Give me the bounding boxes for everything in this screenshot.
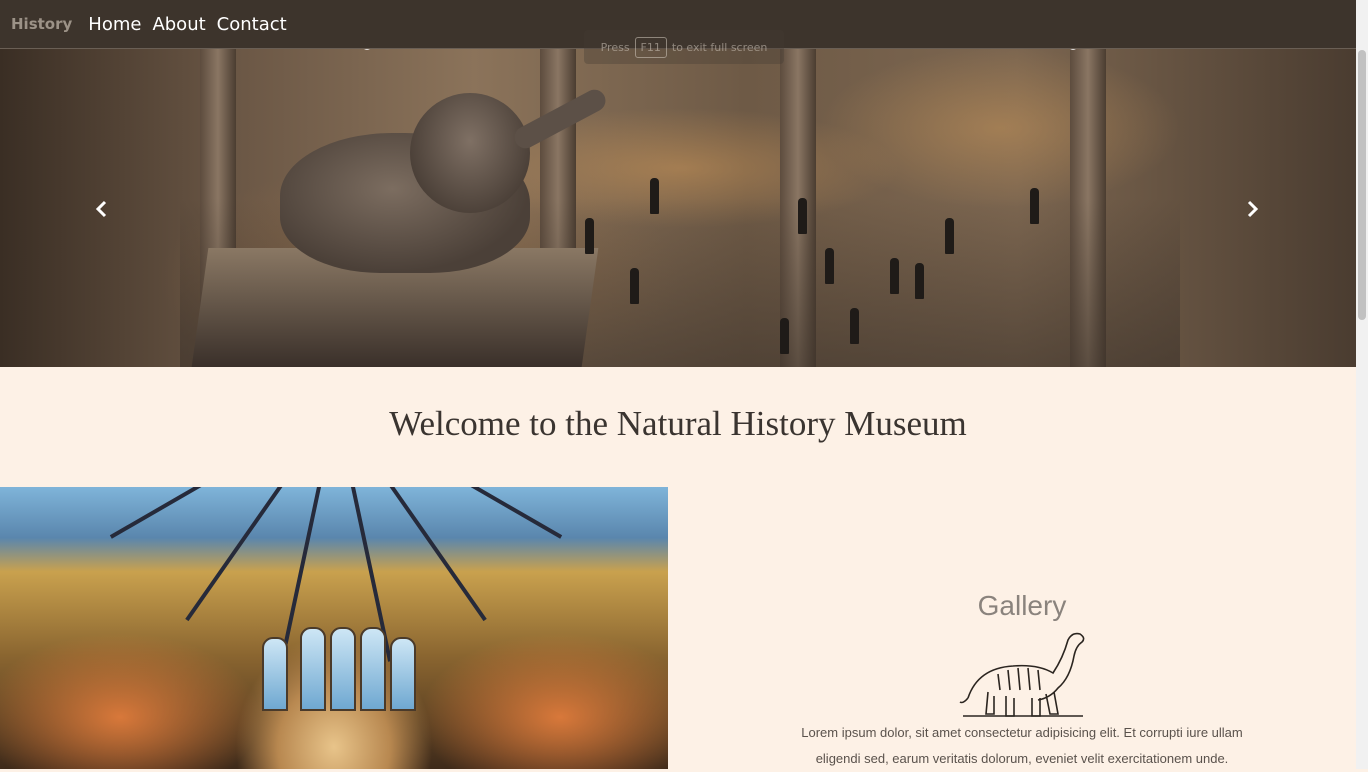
nav-link-about[interactable]: About — [152, 14, 205, 35]
fullscreen-hint-key: F11 — [634, 36, 667, 58]
visitor-figure — [1030, 188, 1039, 224]
gallery-description-line: eligendi sed, earum veritatis dolorum, e… — [815, 751, 1229, 766]
visitor-figure — [850, 308, 859, 344]
chevron-left-icon — [95, 200, 107, 218]
chevron-right-icon — [1247, 200, 1259, 218]
visitor-figure — [585, 218, 594, 254]
visitor-figure — [630, 268, 639, 304]
carousel-next-button[interactable] — [1238, 194, 1268, 224]
carousel-prev-button[interactable] — [86, 194, 116, 224]
visitor-figure — [650, 178, 659, 214]
visitor-figure — [915, 263, 924, 299]
arched-window — [390, 637, 416, 711]
arched-window — [330, 627, 356, 711]
gallery-description: Lorem ipsum dolor, sit amet consectetur … — [790, 720, 1254, 772]
visitor-figure — [825, 248, 834, 284]
dinosaur-icon — [959, 632, 1085, 717]
welcome-title: Welcome to the Natural History Museum — [389, 404, 967, 443]
scrollbar-thumb[interactable] — [1358, 50, 1366, 320]
page-scrollbar[interactable] — [1356, 0, 1368, 769]
fullscreen-hint-before: Press — [600, 40, 630, 54]
visitor-figure — [798, 198, 807, 234]
museum-interior-image — [0, 487, 668, 769]
gallery-description-line: Lorem ipsum dolor, sit amet consectetur … — [801, 725, 1243, 740]
elephant-head — [410, 93, 530, 213]
brand-link[interactable]: History — [11, 15, 72, 33]
fullscreen-hint-after: to exit full screen — [671, 40, 768, 54]
nav-link-home[interactable]: Home — [88, 14, 141, 35]
arched-window — [300, 627, 326, 711]
gallery-title: Gallery — [977, 590, 1067, 621]
visitor-figure — [780, 318, 789, 354]
visitor-figure — [945, 218, 954, 254]
nav-link-contact[interactable]: Contact — [217, 14, 287, 35]
arch-rib — [109, 487, 337, 539]
fullscreen-hint: Press F11 to exit full screen — [584, 30, 784, 64]
visitor-figure — [890, 258, 899, 294]
arched-window — [360, 627, 386, 711]
hero-carousel — [0, 48, 1356, 367]
arched-window — [262, 637, 288, 711]
arch-rib — [335, 487, 563, 539]
